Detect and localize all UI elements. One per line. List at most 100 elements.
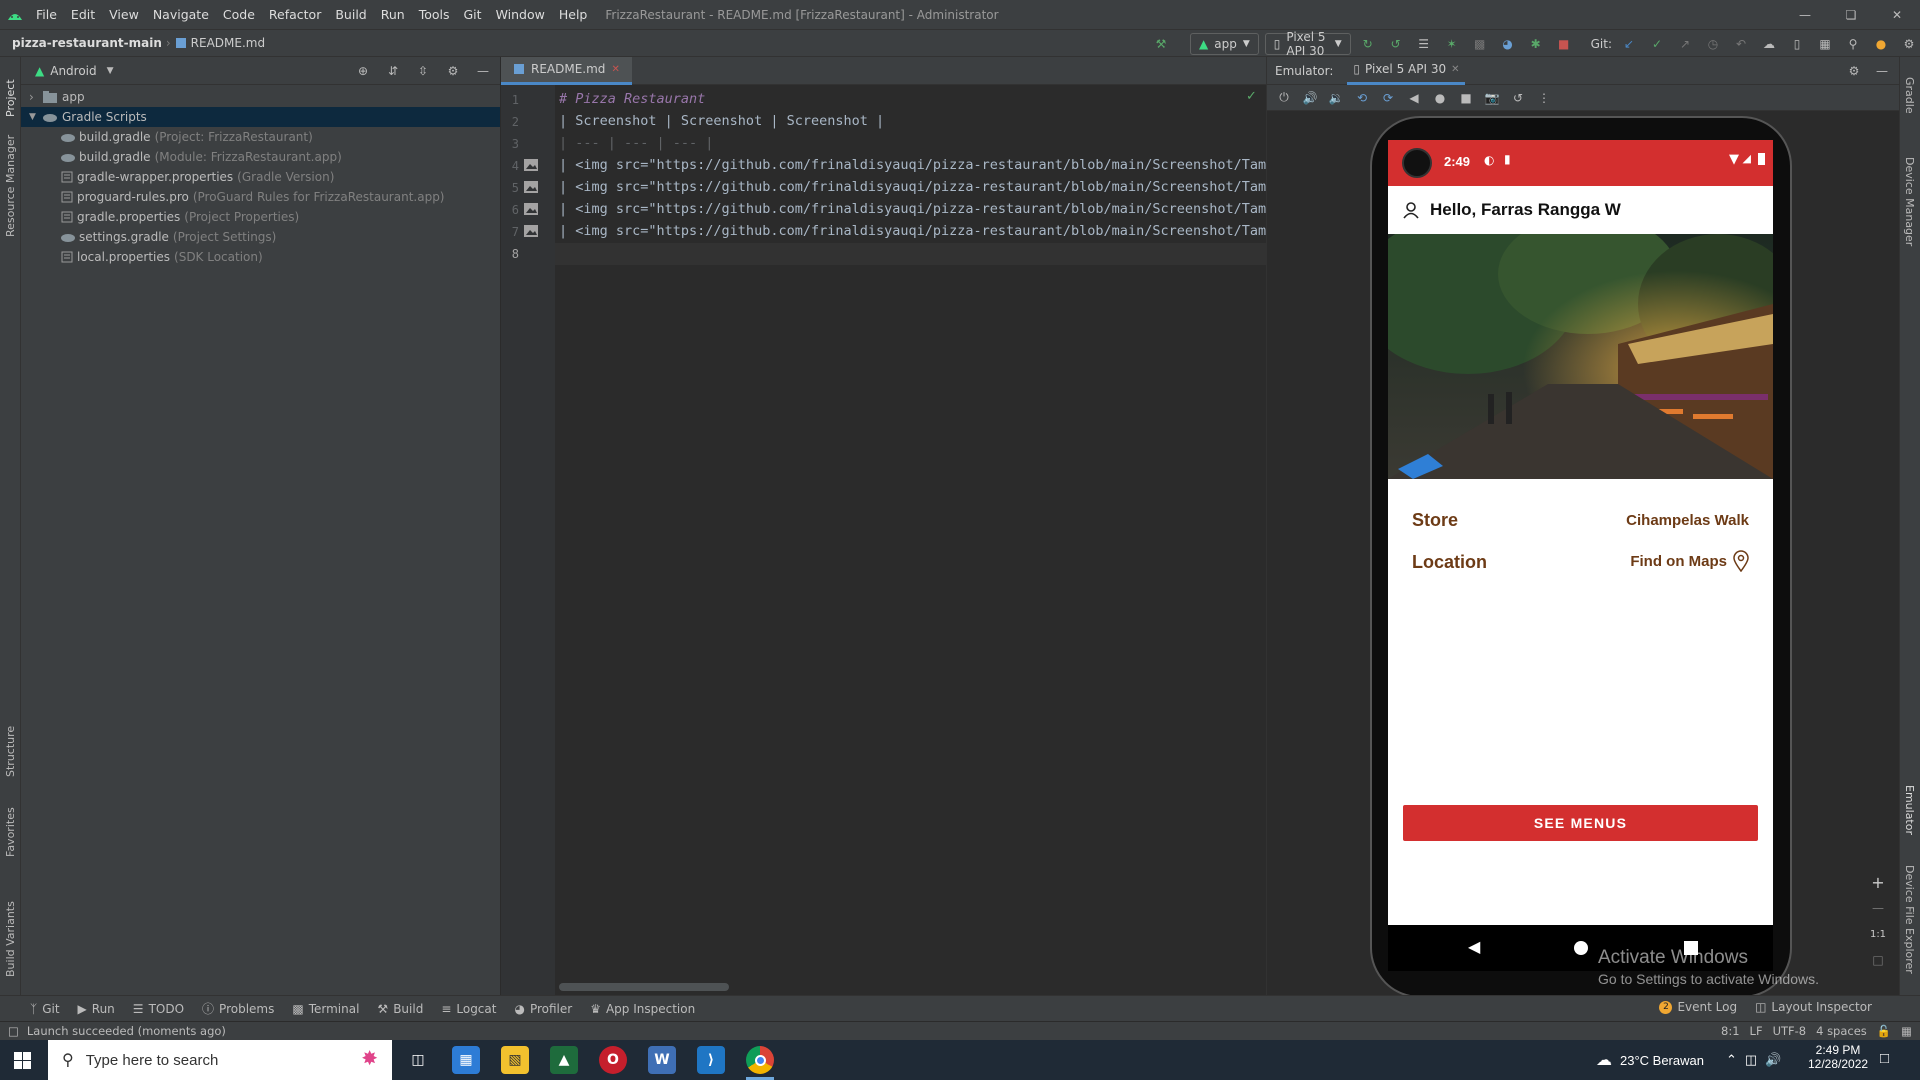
user-icon[interactable] (1402, 201, 1420, 219)
project-view-mode[interactable]: Android (50, 64, 96, 78)
see-menus-button[interactable]: SEE MENUS (1403, 805, 1758, 841)
tool-logcat[interactable]: ≡ Logcat (441, 1002, 496, 1016)
search-icon[interactable]: ⚲ (1842, 34, 1864, 54)
tree-item-proguard[interactable]: proguard-rules.pro (ProGuard Rules for F… (21, 187, 500, 207)
hide-panel-icon[interactable]: — (472, 61, 494, 81)
caret-position[interactable]: 8:1 (1721, 1024, 1740, 1038)
menu-build[interactable]: Build (335, 7, 366, 22)
taskbar-search[interactable]: ⚲ Type here to search ✸ (48, 1040, 392, 1080)
stripe-build-variants[interactable]: Build Variants (4, 901, 17, 977)
breadcrumb-file[interactable]: README.md (191, 36, 265, 50)
find-on-maps-link[interactable]: Find on Maps (1630, 550, 1749, 572)
run-config-dropdown[interactable]: ▲ app ▼ (1190, 33, 1259, 55)
history-icon[interactable]: ◷ (1702, 34, 1724, 54)
lock-icon[interactable]: 🔓 (1877, 1024, 1891, 1038)
tool-todo[interactable]: ☰ TODO (133, 1002, 184, 1016)
sdk-manager-icon[interactable]: ▦ (1814, 34, 1836, 54)
tree-item-app[interactable]: › app (21, 87, 500, 107)
file-explorer-icon[interactable]: ▧ (501, 1046, 529, 1074)
menu-git[interactable]: Git (464, 7, 482, 22)
nav-home-icon[interactable] (1574, 941, 1588, 955)
menu-tools[interactable]: Tools (419, 7, 450, 22)
stripe-project[interactable]: Project (4, 79, 17, 117)
tab-emulator-device[interactable]: ▯ Pixel 5 API 30 ✕ (1347, 57, 1466, 85)
device-manager-icon[interactable]: ▯ (1786, 34, 1808, 54)
close-tab-icon[interactable]: ✕ (611, 64, 619, 75)
collapse-all-icon[interactable]: ⇳ (412, 61, 434, 81)
back-icon[interactable]: ◀ (1403, 88, 1425, 108)
task-view-icon[interactable]: ◫ (404, 1046, 432, 1074)
indent-setting[interactable]: 4 spaces (1816, 1024, 1867, 1038)
tree-item-gradle-properties[interactable]: gradle.properties (Project Properties) (21, 207, 500, 227)
zoom-reset[interactable]: 1:1 (1867, 924, 1889, 944)
tree-item-settings-gradle[interactable]: settings.gradle (Project Settings) (21, 227, 500, 247)
speaker-icon[interactable]: 🔊 (1765, 1052, 1781, 1068)
file-encoding[interactable]: UTF-8 (1773, 1024, 1807, 1038)
status-panel-toggle-icon[interactable]: □ (8, 1024, 19, 1038)
minimize-icon[interactable]: — (1782, 5, 1828, 25)
gear-icon[interactable]: ⚙ (1843, 61, 1865, 81)
menu-file[interactable]: File (36, 7, 57, 22)
home-icon[interactable]: ● (1429, 88, 1451, 108)
tree-item-build-gradle-project[interactable]: build.gradle (Project: FrizzaRestaurant) (21, 127, 500, 147)
power-icon[interactable]: ⏻ (1273, 88, 1295, 108)
line-separator[interactable]: LF (1750, 1024, 1763, 1038)
tree-item-gradle-scripts[interactable]: ▼ Gradle Scripts (21, 107, 500, 127)
layout-icon[interactable]: ☰ (1413, 34, 1435, 54)
notification-center-icon[interactable]: □ (1880, 1050, 1889, 1067)
profile-icon[interactable]: ◕ (1497, 34, 1519, 54)
stripe-device-file-explorer[interactable]: Device File Explorer (1903, 865, 1916, 974)
stripe-gradle[interactable]: Gradle (1903, 77, 1916, 114)
gear-icon[interactable]: ⚙ (442, 61, 464, 81)
word-app-icon[interactable]: W (648, 1046, 676, 1074)
windows-start-icon[interactable] (14, 1052, 31, 1069)
stripe-favorites[interactable]: Favorites (4, 807, 17, 857)
hide-panel-icon[interactable]: — (1871, 61, 1893, 81)
device-screen[interactable]: 2:49 ◐ ▮ ▼ ◢ Hello, Farras Rangga W Stor… (1388, 140, 1773, 925)
menu-code[interactable]: Code (223, 7, 255, 22)
fit-screen-icon[interactable]: □ (1867, 950, 1889, 970)
tool-run[interactable]: ▶ Run (78, 1002, 115, 1016)
apply-changes-icon[interactable]: ↺ (1385, 34, 1407, 54)
rotate-right-icon[interactable]: ⟳ (1377, 88, 1399, 108)
breadcrumb-project[interactable]: pizza-restaurant-main (12, 36, 162, 50)
tree-item-build-gradle-module[interactable]: build.gradle (Module: FrizzaRestaurant.a… (21, 147, 500, 167)
menu-refactor[interactable]: Refactor (269, 7, 321, 22)
tool-problems[interactable]: ⓘ Problems (202, 1000, 274, 1017)
update-icon[interactable]: ● (1870, 34, 1892, 54)
tool-terminal[interactable]: ▩ Terminal (292, 1002, 359, 1016)
volume-down-icon[interactable]: 🔉 (1325, 88, 1347, 108)
stripe-emulator[interactable]: Emulator (1903, 785, 1916, 835)
zoom-out-icon[interactable]: — (1867, 898, 1889, 918)
opera-icon[interactable]: O (599, 1046, 627, 1074)
restore-icon[interactable]: ❏ (1828, 5, 1874, 25)
chrome-icon[interactable] (746, 1046, 774, 1074)
coverage-icon[interactable]: ▩ (1469, 34, 1491, 54)
menu-run[interactable]: Run (381, 7, 405, 22)
clock[interactable]: 2:49 PM 12/28/2022 (1808, 1043, 1868, 1071)
rotate-left-icon[interactable]: ⟲ (1351, 88, 1373, 108)
menu-edit[interactable]: Edit (71, 7, 95, 22)
git-push-icon[interactable]: ↗ (1674, 34, 1696, 54)
store-app-icon[interactable]: ▦ (452, 1046, 480, 1074)
close-tab-icon[interactable]: ✕ (1451, 64, 1459, 75)
menu-help[interactable]: Help (559, 7, 588, 22)
android-studio-app-icon[interactable]: ▲ (550, 1046, 578, 1074)
tree-item-local-properties[interactable]: local.properties (SDK Location) (21, 247, 500, 267)
stripe-resource-manager[interactable]: Resource Manager (4, 135, 17, 237)
tree-item-gradle-wrapper[interactable]: gradle-wrapper.properties (Gradle Versio… (21, 167, 500, 187)
chevron-down-icon[interactable]: ▼ (107, 66, 114, 76)
no-problems-check-icon[interactable]: ✓ (1246, 89, 1257, 104)
stripe-device-manager[interactable]: Device Manager (1903, 157, 1916, 246)
debug-icon[interactable]: ✶ (1441, 34, 1463, 54)
tray-chevron-up-icon[interactable]: ⌃ (1726, 1052, 1737, 1068)
volume-up-icon[interactable]: 🔊 (1299, 88, 1321, 108)
git-update-icon[interactable]: ↙ (1618, 34, 1640, 54)
snapshot-icon[interactable]: ↺ (1507, 88, 1529, 108)
code-area[interactable]: # Pizza Restaurant | Screenshot | Screen… (501, 85, 1282, 995)
device-dropdown[interactable]: ▯ Pixel 5 API 30 ▼ (1264, 30, 1351, 58)
tool-build[interactable]: ⚒ Build (377, 1002, 423, 1016)
rollback-icon[interactable]: ↶ (1730, 34, 1752, 54)
nav-back-icon[interactable]: ◀ (1468, 937, 1480, 956)
settings-icon[interactable]: ⚙ (1898, 34, 1920, 54)
